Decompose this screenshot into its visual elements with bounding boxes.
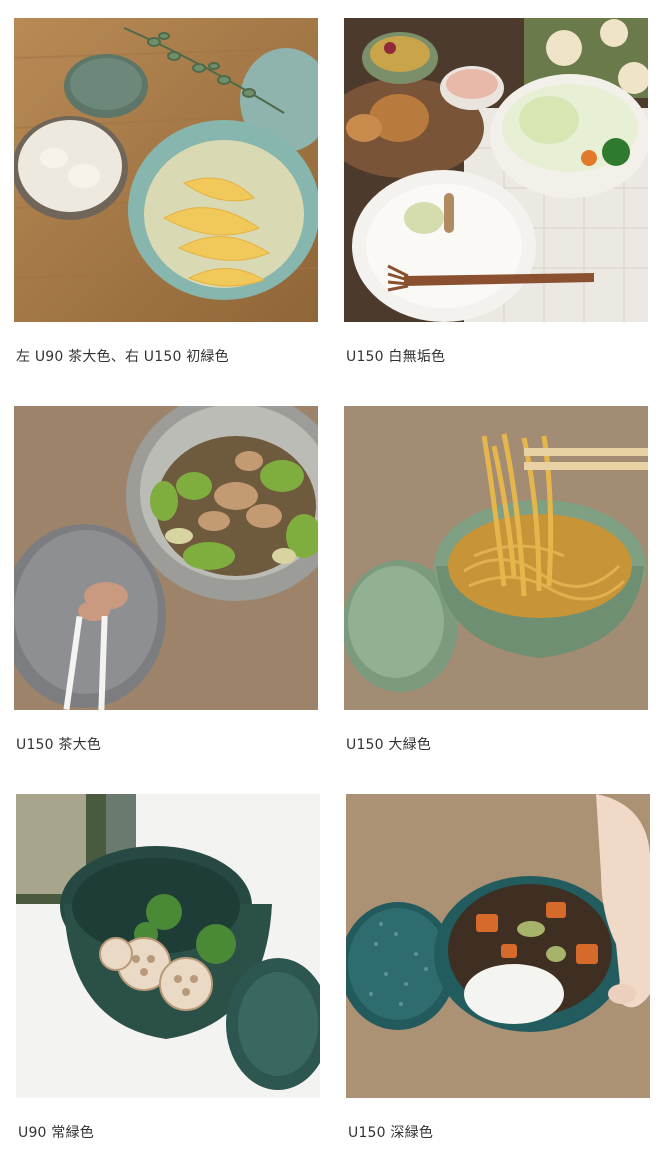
photo-illustration bbox=[14, 406, 318, 710]
bowl-photo-tea-brown-and-light-green bbox=[14, 18, 318, 322]
photo-illustration bbox=[16, 794, 320, 1098]
photo-illustration bbox=[344, 406, 648, 710]
bowl-photo-large-green bbox=[344, 406, 648, 710]
photo-caption: U150 茶大色 bbox=[16, 737, 102, 753]
photo-illustration bbox=[344, 18, 648, 322]
photo-caption: U150 深緑色 bbox=[348, 1125, 434, 1141]
photo-gallery: 左 U90 茶大色、右 U150 初緑色 U150 白無垢色 U150 茶大色 … bbox=[0, 0, 666, 1168]
photo-illustration bbox=[346, 794, 650, 1098]
photo-caption: U90 常緑色 bbox=[18, 1125, 94, 1141]
bowl-photo-white bbox=[344, 18, 648, 322]
photo-illustration bbox=[14, 18, 318, 322]
photo-caption: U150 白無垢色 bbox=[346, 349, 446, 365]
bowl-photo-tea-brown bbox=[14, 406, 318, 710]
bowl-photo-evergreen bbox=[16, 794, 320, 1098]
photo-caption: U150 大緑色 bbox=[346, 737, 432, 753]
photo-caption: 左 U90 茶大色、右 U150 初緑色 bbox=[16, 349, 229, 365]
bowl-photo-deep-green bbox=[346, 794, 650, 1098]
